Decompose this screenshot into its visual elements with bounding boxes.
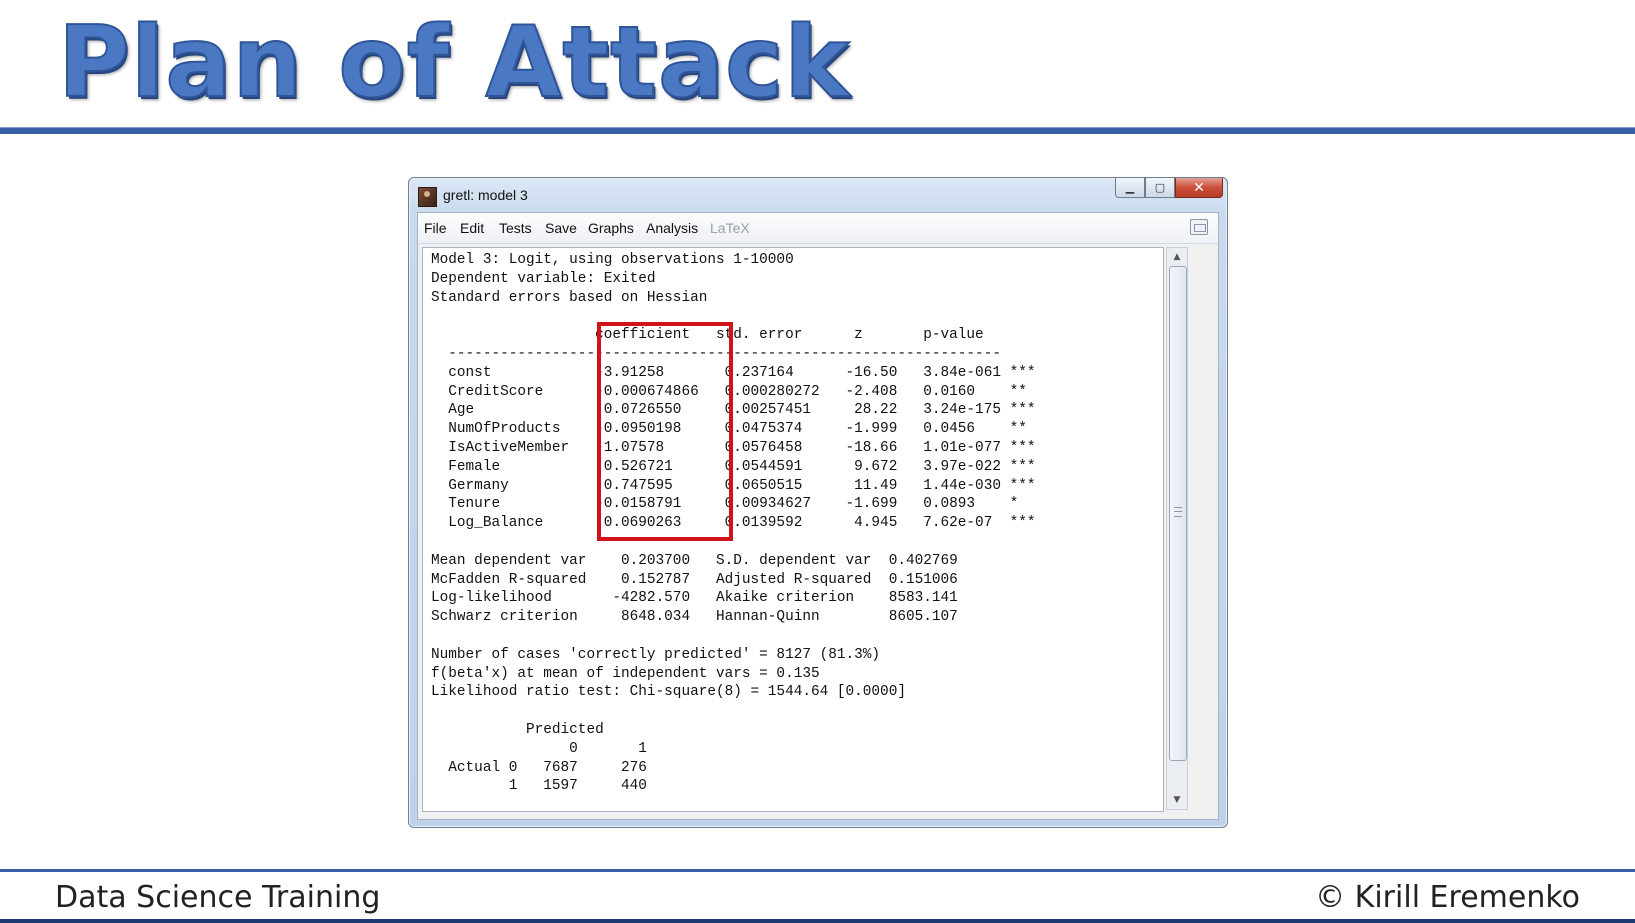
model-stats-row: McFadden R-squared 0.152787 Adjusted R-s… xyxy=(431,571,958,588)
coef-table-row: const -3.91258 0.237164 -16.50 3.84e-061… xyxy=(431,364,1036,381)
menu-save[interactable]: Save xyxy=(545,220,577,236)
model-note-line: f(beta'x) at mean of independent vars = … xyxy=(431,665,820,682)
window-client: File Edit Tests Save Graphs Analysis LaT… xyxy=(417,212,1219,820)
model-output-content: Model 3: Logit, using observations 1-100… xyxy=(423,248,1163,796)
gretl-window: gretl: model 3 ▁ ▢ ✕ File Edit Tests Sav… xyxy=(408,177,1228,828)
close-button[interactable]: ✕ xyxy=(1175,178,1223,198)
menu-file[interactable]: File xyxy=(424,220,447,236)
window-titlebar[interactable]: gretl: model 3 ▁ ▢ ✕ xyxy=(409,178,1227,212)
coef-table-row: Female 0.526721 0.0544591 9.672 3.97e-02… xyxy=(431,458,1036,475)
maximize-icon: ▢ xyxy=(1154,181,1166,194)
detach-window-icon[interactable] xyxy=(1190,219,1208,235)
model-note-line: Number of cases 'correctly predicted' = … xyxy=(431,646,881,663)
output-header-line: Model 3: Logit, using observations 1-100… xyxy=(431,252,794,268)
confusion-row: Actual 0 7687 276 xyxy=(431,759,647,776)
confusion-title: Predicted xyxy=(431,721,604,738)
model-output-text[interactable]: Model 3: Logit, using observations 1-100… xyxy=(422,247,1164,812)
model-stats-row: Schwarz criterion 8648.034 Hannan-Quinn … xyxy=(431,609,958,626)
coef-table-row: Age 0.0726550 0.00257451 28.22 3.24e-175… xyxy=(431,402,1036,419)
menu-edit[interactable]: Edit xyxy=(460,220,484,236)
confusion-row: 1 1597 440 xyxy=(431,778,647,795)
scroll-grip-icon xyxy=(1174,507,1182,517)
menu-bar: File Edit Tests Save Graphs Analysis LaT… xyxy=(418,213,1218,244)
confusion-col-header: 0 1 xyxy=(431,740,647,757)
model-stats-row: Mean dependent var 0.203700 S.D. depende… xyxy=(431,552,958,569)
footer-course-name: Data Science Training xyxy=(55,880,381,915)
menu-analysis[interactable]: Analysis xyxy=(646,220,698,236)
output-header-line: Dependent variable: Exited xyxy=(431,270,656,287)
scroll-up-arrow-icon[interactable]: ▲ xyxy=(1167,248,1187,266)
vertical-scrollbar[interactable]: ▲ ▼ xyxy=(1166,247,1188,810)
scroll-thumb[interactable] xyxy=(1169,266,1187,761)
maximize-button[interactable]: ▢ xyxy=(1145,178,1175,198)
close-icon: ✕ xyxy=(1193,179,1205,196)
window-title: gretl: model 3 xyxy=(443,187,528,203)
menu-latex: LaTeX xyxy=(710,220,750,236)
menu-tests[interactable]: Tests xyxy=(499,220,532,236)
title-divider xyxy=(0,127,1635,134)
model-stats-row: Log-likelihood -4282.570 Akaike criterio… xyxy=(431,590,958,607)
footer-divider-top xyxy=(0,869,1635,872)
coef-table-row: Germany 0.747595 0.0650515 11.49 1.44e-0… xyxy=(431,477,1036,494)
footer-divider-bottom xyxy=(0,919,1635,923)
coef-table-row: Log_Balance 0.0690263 0.0139592 4.945 7.… xyxy=(431,515,1036,532)
scroll-down-arrow-icon[interactable]: ▼ xyxy=(1167,791,1187,809)
coef-table-row: IsActiveMember -1.07578 0.0576458 -18.66… xyxy=(431,439,1036,456)
output-header-line: Standard errors based on Hessian xyxy=(431,289,708,306)
footer-copyright: © Kirill Eremenko xyxy=(1315,880,1580,915)
slide-title: Plan of Attack xyxy=(57,6,851,120)
coefficient-highlight-box xyxy=(597,322,733,541)
menu-graphs[interactable]: Graphs xyxy=(588,220,634,236)
minimize-icon: ▁ xyxy=(1125,181,1135,194)
minimize-button[interactable]: ▁ xyxy=(1115,178,1145,198)
window-controls: ▁ ▢ ✕ xyxy=(1115,178,1223,200)
gretl-app-icon xyxy=(418,187,437,207)
model-note-line: Likelihood ratio test: Chi-square(8) = 1… xyxy=(431,684,906,701)
